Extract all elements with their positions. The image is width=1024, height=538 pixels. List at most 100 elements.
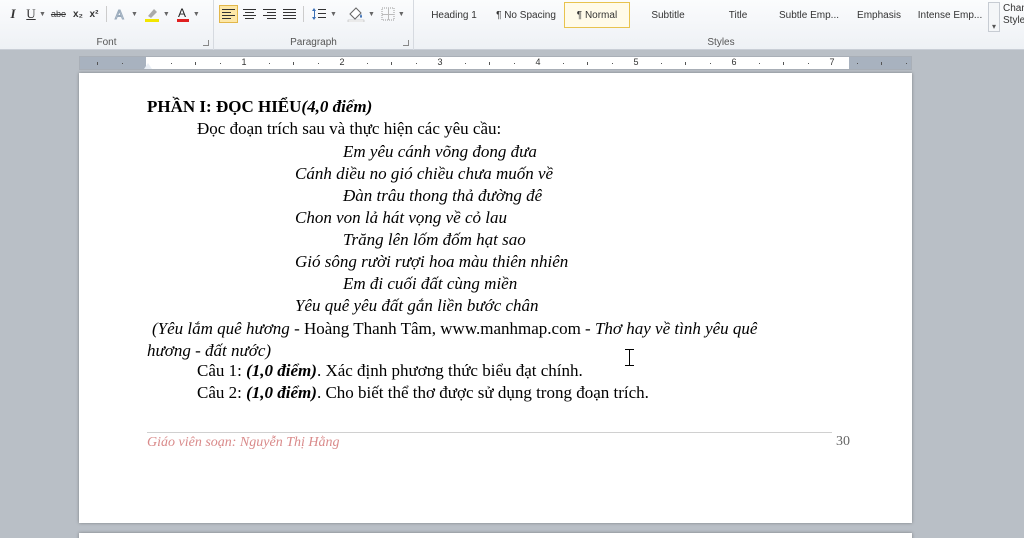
italic-button[interactable]: I bbox=[6, 5, 20, 23]
font-color-icon[interactable]: A bbox=[174, 5, 192, 23]
question-1-text: . Xác định phương thức biểu đạt chính. bbox=[316, 361, 583, 380]
horizontal-ruler[interactable]: 1 2 3 4 5 6 7 bbox=[79, 56, 912, 70]
ruler-tick bbox=[121, 63, 123, 64]
borders-icon[interactable] bbox=[379, 5, 397, 23]
next-document-page[interactable] bbox=[79, 533, 912, 538]
align-right-icon bbox=[263, 8, 276, 20]
font-group: I U ▼ abe x₂ x² A ▼ ▼ A ▼ Font bbox=[0, 0, 214, 50]
footer-author[interactable]: Giáo viên soạn: Nguyễn Thị Hằng bbox=[147, 435, 339, 451]
question-2-label: Câu 2: bbox=[197, 383, 247, 402]
ruler-tick bbox=[195, 62, 196, 65]
ruler-tick bbox=[881, 62, 882, 65]
styles-gallery: Heading 1 ¶ No Spacing ¶ Normal Subtitle… bbox=[418, 0, 988, 50]
text-effects-dropdown-icon[interactable]: ▼ bbox=[131, 11, 138, 18]
ruler-tick bbox=[219, 63, 221, 64]
styles-group-label: Styles bbox=[707, 37, 735, 48]
font-group-label: Font bbox=[96, 37, 117, 48]
question-1-points: (1,0 điểm) bbox=[246, 361, 317, 380]
question-1-label: Câu 1: bbox=[197, 361, 247, 380]
shading-dropdown-icon[interactable]: ▼ bbox=[368, 11, 375, 18]
style-subtitle[interactable]: Subtitle bbox=[632, 0, 704, 30]
poem-line[interactable]: Cánh diều no gió chiều chưa muốn về bbox=[295, 163, 553, 185]
ruler-right-margin bbox=[849, 57, 911, 69]
ruler-number: 1 bbox=[241, 57, 247, 67]
justify-icon bbox=[283, 8, 296, 20]
ruler-tick bbox=[464, 63, 466, 64]
ruler-tick bbox=[489, 62, 490, 65]
ruler-tick bbox=[783, 62, 784, 65]
style-no-spacing[interactable]: ¶ No Spacing bbox=[490, 0, 562, 30]
question-2-points: (1,0 điểm) bbox=[246, 383, 317, 402]
heading-text: PHẦN I: ĐỌC HIỂU bbox=[147, 97, 302, 116]
ruler-number: 2 bbox=[339, 57, 345, 67]
ruler-tick bbox=[685, 62, 686, 65]
borders-dropdown-icon[interactable]: ▼ bbox=[398, 11, 405, 18]
svg-text:A: A bbox=[178, 6, 186, 20]
underline-button[interactable]: U bbox=[24, 5, 38, 23]
poem-line[interactable]: Chon von lả hát vọng về cỏ lau bbox=[295, 207, 507, 229]
line-spacing-icon[interactable] bbox=[309, 5, 329, 23]
align-left-icon bbox=[222, 8, 235, 20]
poem-line[interactable]: Trăng lên lốm đốm hạt sao bbox=[343, 229, 526, 251]
style-emphasis[interactable]: Emphasis bbox=[846, 0, 912, 30]
superscript-button[interactable]: x² bbox=[87, 5, 101, 23]
indent-marker-icon[interactable] bbox=[144, 63, 152, 69]
change-styles-button[interactable]: Change Styles bbox=[1003, 3, 1024, 33]
ruler-tick bbox=[366, 63, 368, 64]
question-2[interactable]: Câu 2: (1,0 điểm). Cho biết thể thơ được… bbox=[197, 382, 649, 404]
justify-button[interactable] bbox=[281, 5, 298, 23]
align-left-button[interactable] bbox=[219, 5, 238, 23]
ruler-tick bbox=[758, 63, 760, 64]
svg-text:A: A bbox=[115, 7, 124, 21]
poem-line[interactable]: Yêu quê yêu đất gắn liền bước chân bbox=[295, 295, 539, 317]
align-right-button[interactable] bbox=[261, 5, 278, 23]
source-line-2[interactable]: hương - đất nước) bbox=[147, 340, 271, 362]
ruler-tick bbox=[293, 62, 294, 65]
separator bbox=[105, 6, 107, 22]
highlight-dropdown-icon[interactable]: ▼ bbox=[163, 11, 170, 18]
font-color-dropdown-icon[interactable]: ▼ bbox=[193, 11, 200, 18]
poem-line[interactable]: Em đi cuối đất cùng miền bbox=[343, 273, 517, 295]
font-dialog-launcher-icon[interactable] bbox=[203, 40, 209, 46]
style-title[interactable]: Title bbox=[704, 0, 772, 30]
text-effects-icon[interactable]: A bbox=[112, 5, 130, 23]
separator bbox=[303, 6, 304, 22]
question-2-text: . Cho biết thể thơ được sử dụng trong đo… bbox=[316, 383, 649, 402]
style-normal[interactable]: ¶ Normal bbox=[564, 2, 630, 28]
ruler-number: 6 bbox=[731, 57, 737, 67]
page-number[interactable]: 30 bbox=[836, 434, 850, 450]
ruler-tick bbox=[317, 63, 319, 64]
styles-more-icon[interactable]: ▾ bbox=[988, 2, 1000, 32]
source-line-1[interactable]: (Yêu lắm quê hương - Hoàng Thanh Tâm, ww… bbox=[152, 318, 757, 340]
style-subtle-emphasis[interactable]: Subtle Emp... bbox=[772, 0, 846, 30]
ruler-number: 5 bbox=[633, 57, 639, 67]
subscript-button[interactable]: x₂ bbox=[71, 5, 85, 23]
underline-dropdown-icon[interactable]: ▼ bbox=[39, 11, 46, 18]
align-center-button[interactable] bbox=[241, 5, 258, 23]
line-spacing-dropdown-icon[interactable]: ▼ bbox=[330, 11, 337, 18]
ruler-tick bbox=[97, 62, 98, 65]
paragraph-dialog-launcher-icon[interactable] bbox=[403, 40, 409, 46]
poem-line[interactable]: Em yêu cánh võng đong đưa bbox=[343, 141, 537, 163]
ruler-tick bbox=[587, 62, 588, 65]
ruler-tick bbox=[562, 63, 564, 64]
style-intense-emphasis[interactable]: Intense Emp... bbox=[912, 0, 988, 30]
ruler-number: 3 bbox=[437, 57, 443, 67]
intro-paragraph[interactable]: Đọc đoạn trích sau và thực hiện các yêu … bbox=[197, 118, 501, 140]
paragraph-group: ▼ ▼ ▼ Paragraph bbox=[214, 0, 414, 50]
ruler-tick bbox=[856, 63, 858, 64]
source-author-site: - Hoàng Thanh Tâm, www.manhmap.com - bbox=[289, 319, 595, 338]
style-heading-1[interactable]: Heading 1 bbox=[418, 0, 490, 30]
highlight-color-icon[interactable] bbox=[142, 5, 162, 23]
shading-icon[interactable] bbox=[345, 5, 367, 23]
strikethrough-button[interactable]: abe bbox=[49, 5, 68, 23]
section-heading[interactable]: PHẦN I: ĐỌC HIỂU(4,0 điểm) bbox=[147, 96, 372, 118]
ruler-tick bbox=[611, 63, 613, 64]
poem-line[interactable]: Đàn trâu thong thả đường đê bbox=[343, 185, 542, 207]
ruler-tick bbox=[415, 63, 417, 64]
ruler-tick bbox=[709, 63, 711, 64]
ruler-tick bbox=[660, 63, 662, 64]
ruler-tick bbox=[905, 63, 907, 64]
poem-line[interactable]: Gió sông rười rượi hoa màu thiên nhiên bbox=[295, 251, 568, 273]
question-1[interactable]: Câu 1: (1,0 điểm). Xác định phương thức … bbox=[197, 360, 583, 382]
